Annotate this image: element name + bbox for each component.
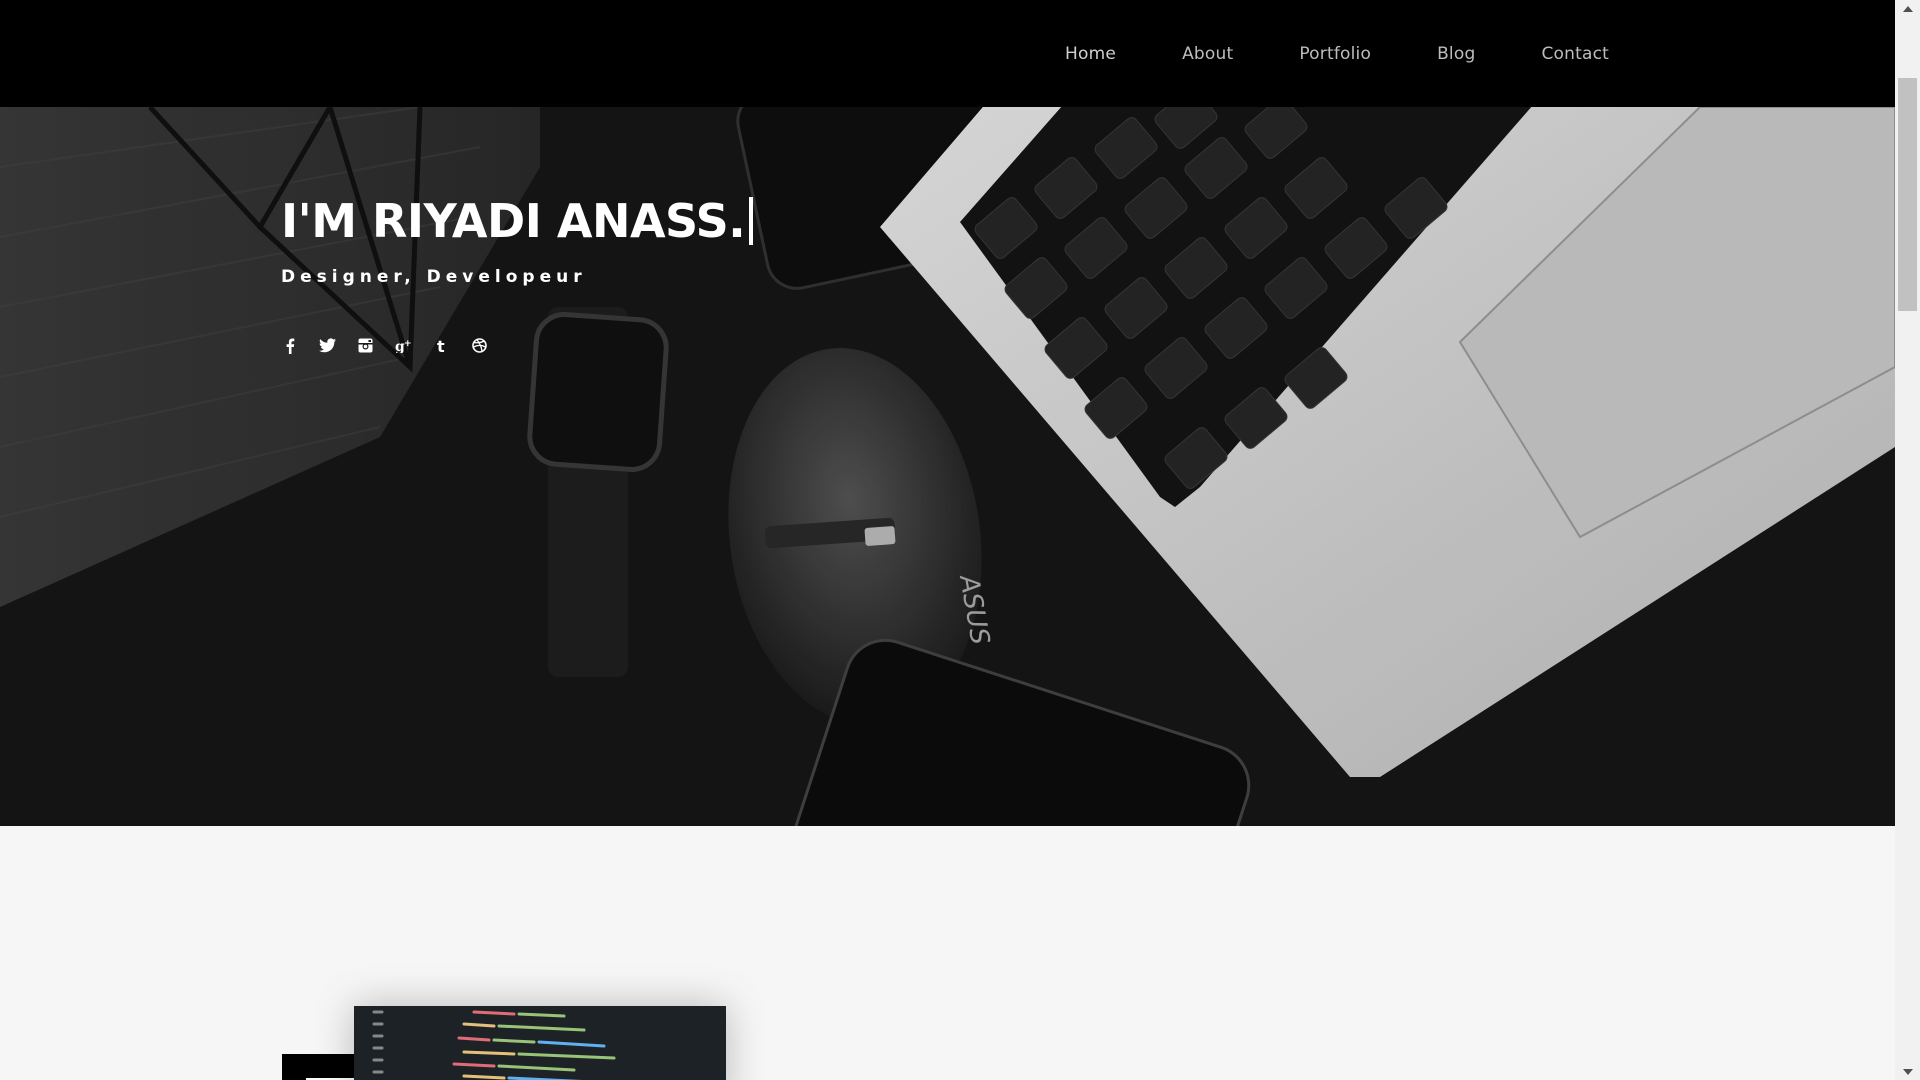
svg-text:t: t <box>437 338 445 354</box>
navbar: Home About Portfolio Blog Contact <box>0 0 1895 107</box>
typing-cursor <box>749 197 754 245</box>
google-plus-icon[interactable]: g + <box>395 337 412 354</box>
page-viewport: Home About Portfolio Blog Contact ASUS I… <box>0 0 1895 1080</box>
nav-portfolio-link[interactable]: Portfolio <box>1299 44 1371 64</box>
hero-text-block: I'M RIYADI ANASS. Designer, Developeur g… <box>281 194 754 354</box>
instagram-icon[interactable] <box>357 337 374 354</box>
nav-blog-link[interactable]: Blog <box>1437 44 1475 64</box>
facebook-icon[interactable] <box>281 337 298 354</box>
hero-title: I'M RIYADI ANASS. <box>281 194 754 248</box>
vertical-scrollbar[interactable] <box>1895 0 1920 1080</box>
scroll-down-arrow-icon[interactable] <box>1895 1063 1920 1080</box>
tumblr-icon[interactable]: t <box>433 337 450 354</box>
svg-text:+: + <box>404 339 412 349</box>
social-links: g + t <box>281 337 753 354</box>
nav-about-link[interactable]: About <box>1182 44 1233 64</box>
twitter-icon[interactable] <box>319 337 336 354</box>
hero-title-text: I'M RIYADI ANASS. <box>281 194 746 248</box>
nav-menu: Home About Portfolio Blog Contact <box>1065 0 1609 107</box>
dribbble-icon[interactable] <box>471 337 488 354</box>
about-section <box>0 826 1895 1080</box>
nav-home-link[interactable]: Home <box>1065 44 1116 64</box>
nav-contact-link[interactable]: Contact <box>1541 44 1609 64</box>
code-screenshot-image <box>354 1006 726 1080</box>
hero-section: ASUS I'M RIYADI ANASS. Designer, Develop… <box>0 107 1895 826</box>
scroll-up-arrow-icon[interactable] <box>1895 0 1920 17</box>
scrollbar-thumb[interactable] <box>1898 78 1917 311</box>
hero-subtitle: Designer, Developeur <box>281 267 587 287</box>
code-lines-graphic <box>354 1006 726 1080</box>
